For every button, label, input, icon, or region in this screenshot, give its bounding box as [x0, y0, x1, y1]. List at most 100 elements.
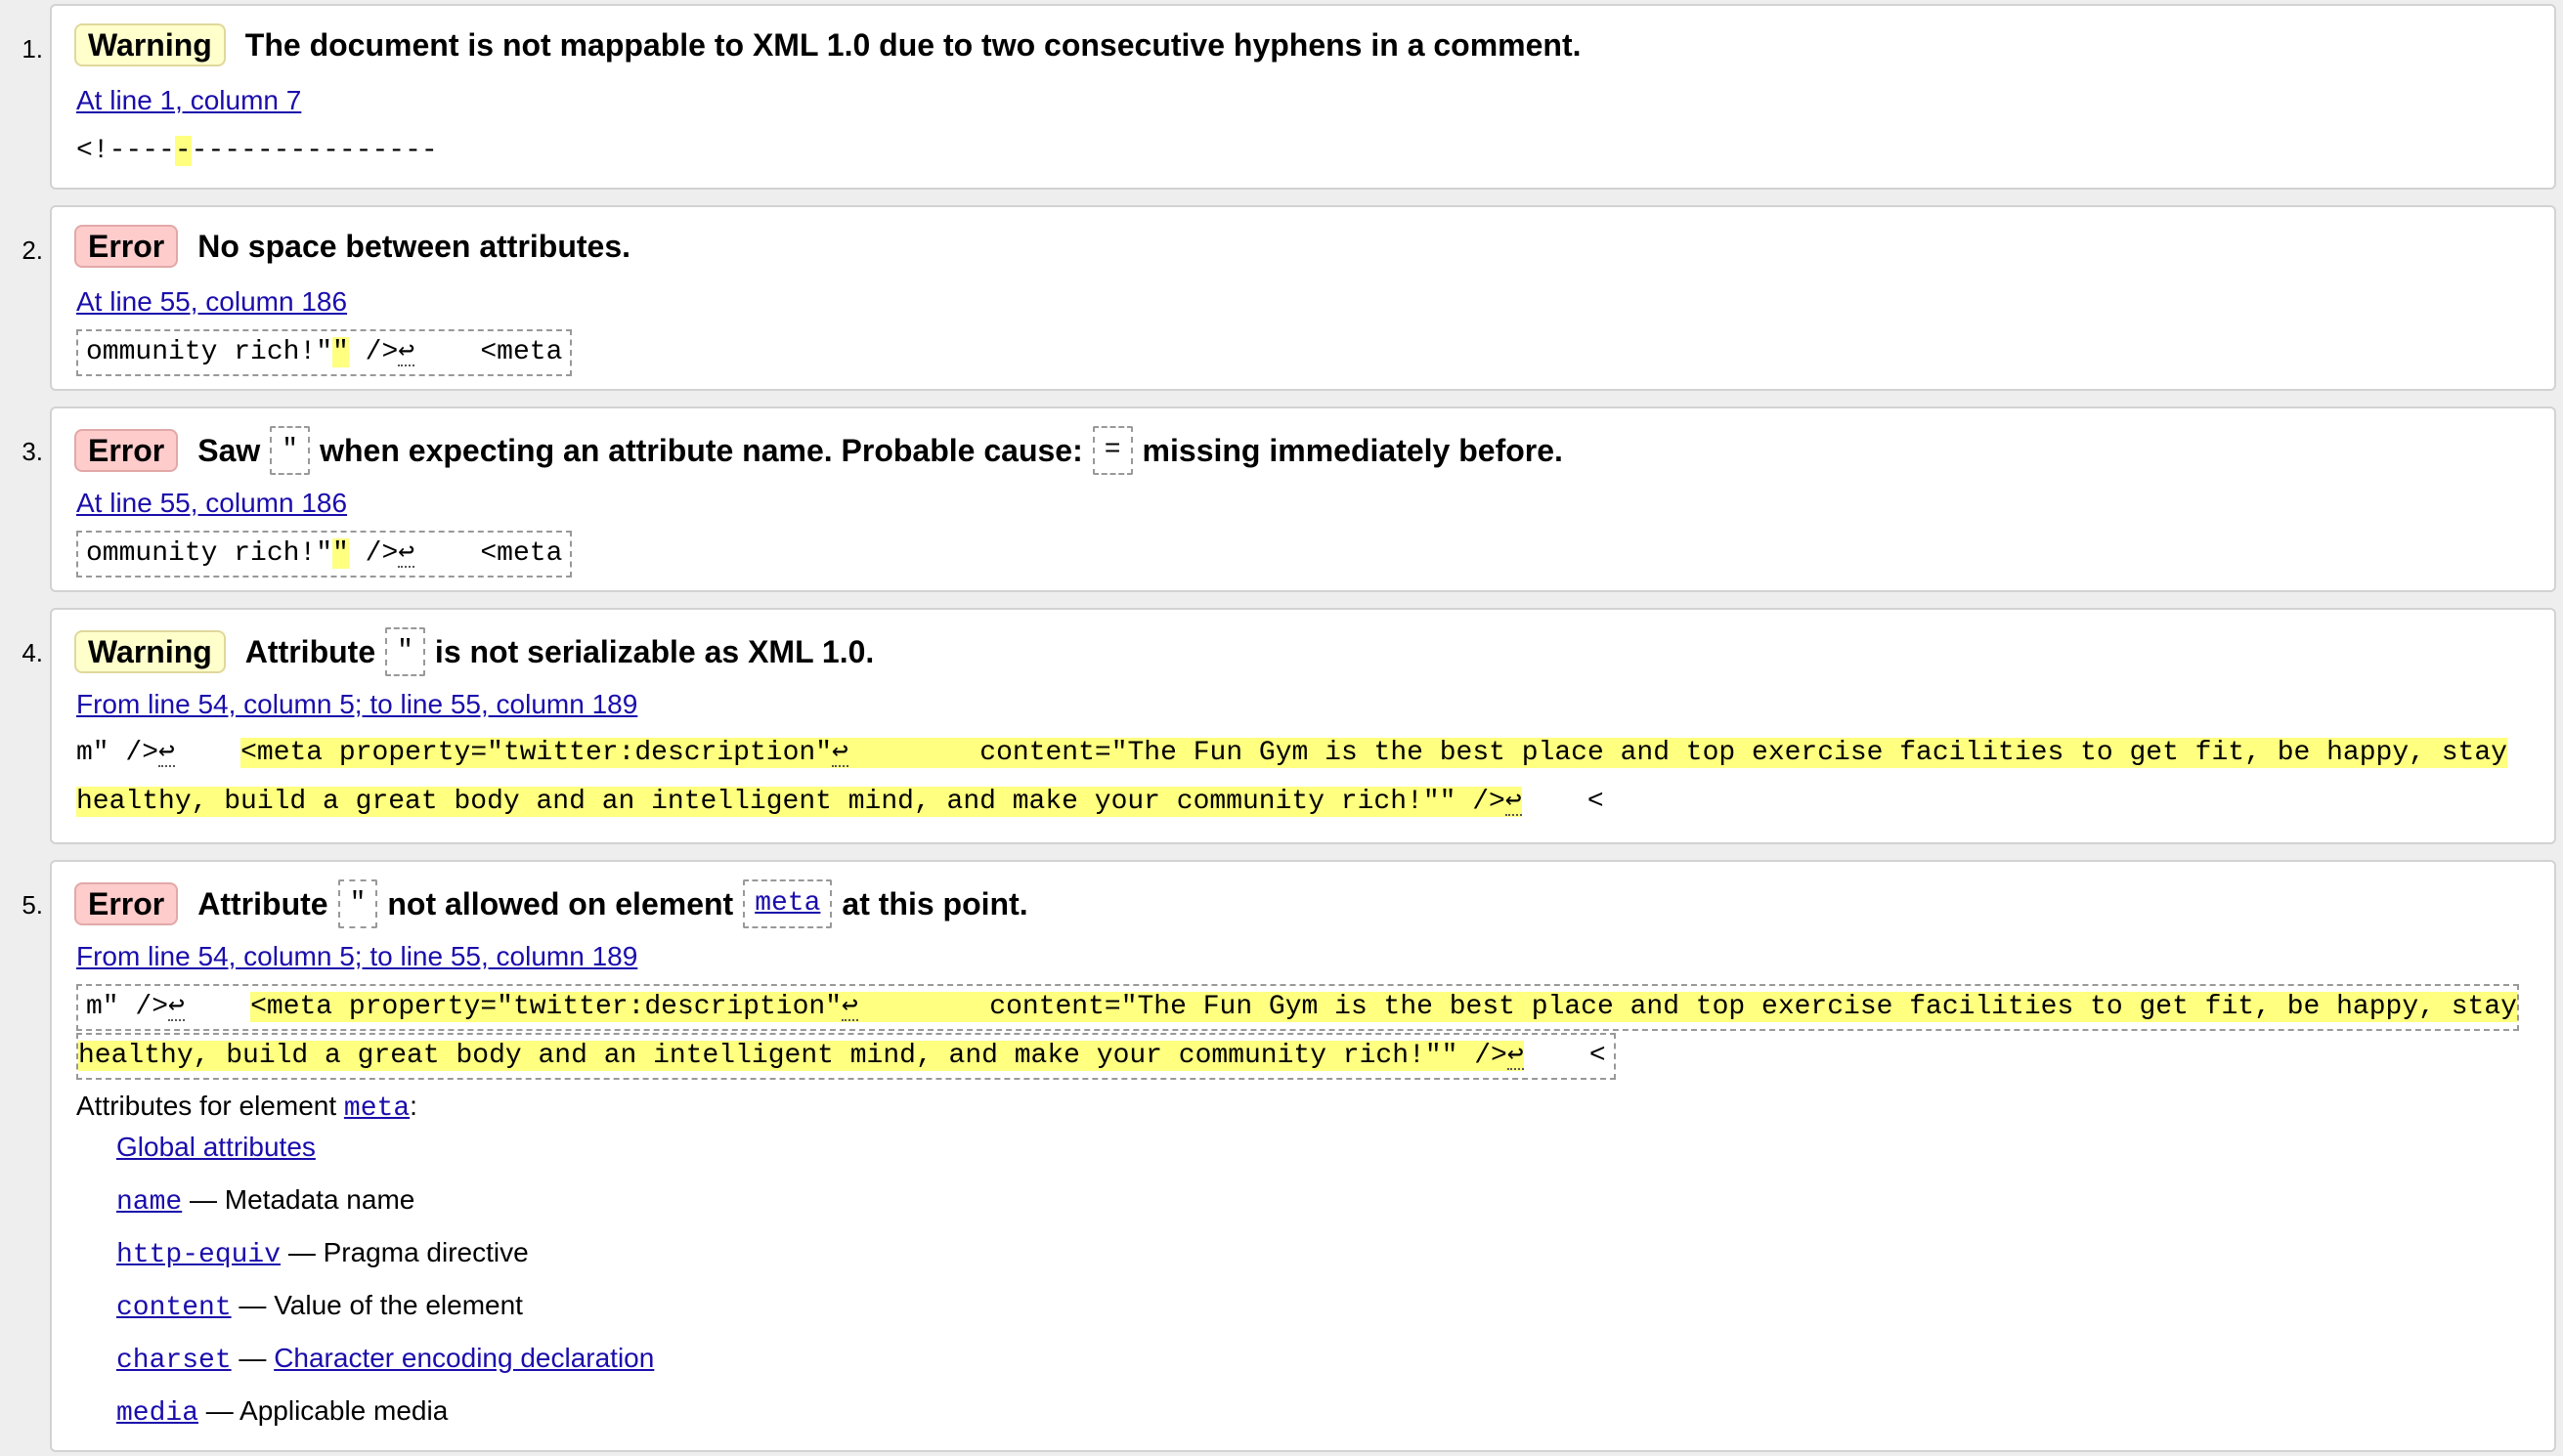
message-text: The document is not mappable to XML 1.0 … — [244, 27, 1582, 63]
location-link[interactable]: At line 55, column 186 — [76, 285, 347, 319]
attribute-name-link[interactable]: name — [116, 1187, 182, 1218]
extract-before: <!---- — [76, 136, 175, 166]
message-header: Error No space between attributes. — [74, 225, 630, 268]
code-extract-line-2: healthy, build a great body and an intel… — [76, 778, 1604, 827]
attributes-colon: : — [410, 1091, 417, 1121]
location-link[interactable]: From line 54, column 5; to line 55, colu… — [76, 688, 637, 721]
dash: — — [205, 1395, 234, 1426]
attribute-name-link[interactable]: charset — [116, 1346, 232, 1376]
message-text-part: not allowed on element — [387, 886, 734, 921]
message-text-part: Attribute — [197, 886, 328, 921]
extract-text: <meta property="twitter:description" — [250, 992, 842, 1022]
message-number: 1. — [22, 34, 43, 64]
message-text: Attribute " is not serializable as XML 1… — [244, 627, 875, 676]
extract-text: m" /> — [76, 738, 159, 768]
message-card: Error Saw " when expecting an attribute … — [50, 407, 2556, 592]
extract-text: content="The Fun Gym is the best place a… — [857, 992, 2517, 1022]
code-extract: ommunity rich!"" />↩ <meta — [76, 530, 573, 578]
return-icon: ↩ — [842, 992, 858, 1022]
attribute-row: media — Applicable media — [116, 1393, 448, 1432]
attribute-description: Applicable media — [239, 1395, 449, 1426]
extract-text: healthy, build a great body and an intel… — [76, 787, 1505, 817]
message-item: 5. Error Attribute " not allowed on elem… — [0, 860, 2563, 1452]
extract-text: <meta property="twitter:description" — [240, 738, 832, 768]
code-extract: <!-------------------- — [76, 127, 438, 176]
message-item: 2. Error No space between attributes. At… — [0, 205, 2563, 391]
message-card: Error No space between attributes. At li… — [50, 205, 2556, 391]
code-quote: " — [385, 627, 425, 676]
extract-before: ommunity rich!" — [86, 337, 333, 367]
message-text-part: is not serializable as XML 1.0. — [434, 634, 875, 669]
extract-before: ommunity rich!" — [86, 538, 333, 569]
message-item: 4. Warning Attribute " is not serializab… — [0, 608, 2563, 844]
error-badge: Error — [74, 882, 179, 925]
message-text-part: missing immediately before. — [1142, 433, 1563, 468]
location-link[interactable]: At line 55, column 186 — [76, 487, 347, 520]
code-extract: ommunity rich!"" />↩ <meta — [76, 328, 573, 377]
element-link-box: meta — [743, 879, 833, 928]
extract-after: /> — [348, 538, 399, 569]
attribute-name-link[interactable]: http-equiv — [116, 1240, 281, 1270]
extract-highlight: " — [332, 337, 349, 367]
message-item: 3. Error Saw " when expecting an attribu… — [0, 407, 2563, 592]
message-text: No space between attributes. — [197, 229, 631, 264]
return-icon: ↩ — [158, 738, 175, 768]
extract-tail: <meta — [414, 538, 563, 569]
message-text-part: at this point. — [842, 886, 1028, 921]
code-extract-line-2: healthy, build a great body and an intel… — [76, 1032, 1616, 1081]
location-link[interactable]: From line 54, column 5; to line 55, colu… — [76, 940, 637, 973]
validator-message-list: 1. Warning The document is not mappable … — [0, 0, 2563, 1456]
warning-badge: Warning — [74, 23, 226, 66]
extract-text: healthy, build a great body and an intel… — [78, 1041, 1507, 1071]
attribute-name-link[interactable]: content — [116, 1293, 232, 1323]
message-number: 2. — [22, 236, 43, 265]
message-item: 1. Warning The document is not mappable … — [0, 4, 2563, 190]
message-text: Attribute " not allowed on element meta … — [197, 879, 1028, 928]
attribute-name-link[interactable]: media — [116, 1398, 198, 1429]
message-text-part: Attribute — [244, 634, 376, 669]
element-link[interactable]: meta — [755, 888, 820, 919]
extract-highlight: healthy, build a great body and an intel… — [76, 787, 1522, 817]
attribute-description: Metadata name — [224, 1184, 415, 1215]
element-link[interactable]: meta — [344, 1093, 410, 1124]
code-quote: = — [1092, 426, 1133, 475]
message-header: Error Attribute " not allowed on element… — [74, 879, 1028, 928]
message-number: 5. — [22, 890, 43, 920]
return-icon: ↩ — [1504, 787, 1522, 817]
return-icon: ↩ — [168, 992, 185, 1022]
warning-badge: Warning — [74, 630, 226, 673]
attribute-description-link[interactable]: Character encoding declaration — [274, 1343, 654, 1373]
attribute-row: charset — Character encoding declaration — [116, 1341, 654, 1379]
message-header: Error Saw " when expecting an attribute … — [74, 426, 1563, 475]
message-text-part: when expecting an attribute name. Probab… — [320, 433, 1083, 468]
return-icon: ↩ — [398, 538, 415, 569]
extract-gap — [185, 992, 250, 1022]
dash: — — [239, 1290, 267, 1320]
message-number: 3. — [22, 437, 43, 466]
attributes-heading: Attributes for element meta: — [76, 1089, 417, 1127]
dash: — — [190, 1184, 217, 1215]
message-header: Warning The document is not mappable to … — [74, 23, 1582, 66]
location-link[interactable]: At line 1, column 7 — [76, 84, 301, 117]
message-card: Warning Attribute " is not serializable … — [50, 608, 2556, 844]
extract-tail: < — [1521, 787, 1604, 817]
return-icon: ↩ — [1506, 1041, 1524, 1071]
code-extract-line-1: m" />↩ <meta property="twitter:descripti… — [76, 983, 2519, 1032]
global-attributes-link[interactable]: Global attributes — [116, 1132, 316, 1162]
return-icon: ↩ — [398, 337, 415, 367]
extract-tail: < — [1523, 1041, 1606, 1071]
dash: — — [239, 1343, 267, 1373]
message-card: Error Attribute " not allowed on element… — [50, 860, 2556, 1452]
extract-highlight: <meta property="twitter:description"↩ co… — [240, 738, 2507, 768]
attribute-row: content — Value of the element — [116, 1288, 523, 1326]
extract-highlight: " — [332, 538, 349, 569]
extract-text: m" /> — [86, 992, 169, 1022]
return-icon: ↩ — [832, 738, 848, 768]
global-attributes-row: Global attributes — [116, 1130, 316, 1165]
code-quote: " — [337, 879, 378, 928]
extract-after: /> — [348, 337, 399, 367]
extract-highlight: <meta property="twitter:description"↩ co… — [250, 992, 2517, 1022]
extract-text: content="The Fun Gym is the best place a… — [847, 738, 2507, 768]
message-text: Saw " when expecting an attribute name. … — [197, 426, 1563, 475]
message-number: 4. — [22, 638, 43, 667]
